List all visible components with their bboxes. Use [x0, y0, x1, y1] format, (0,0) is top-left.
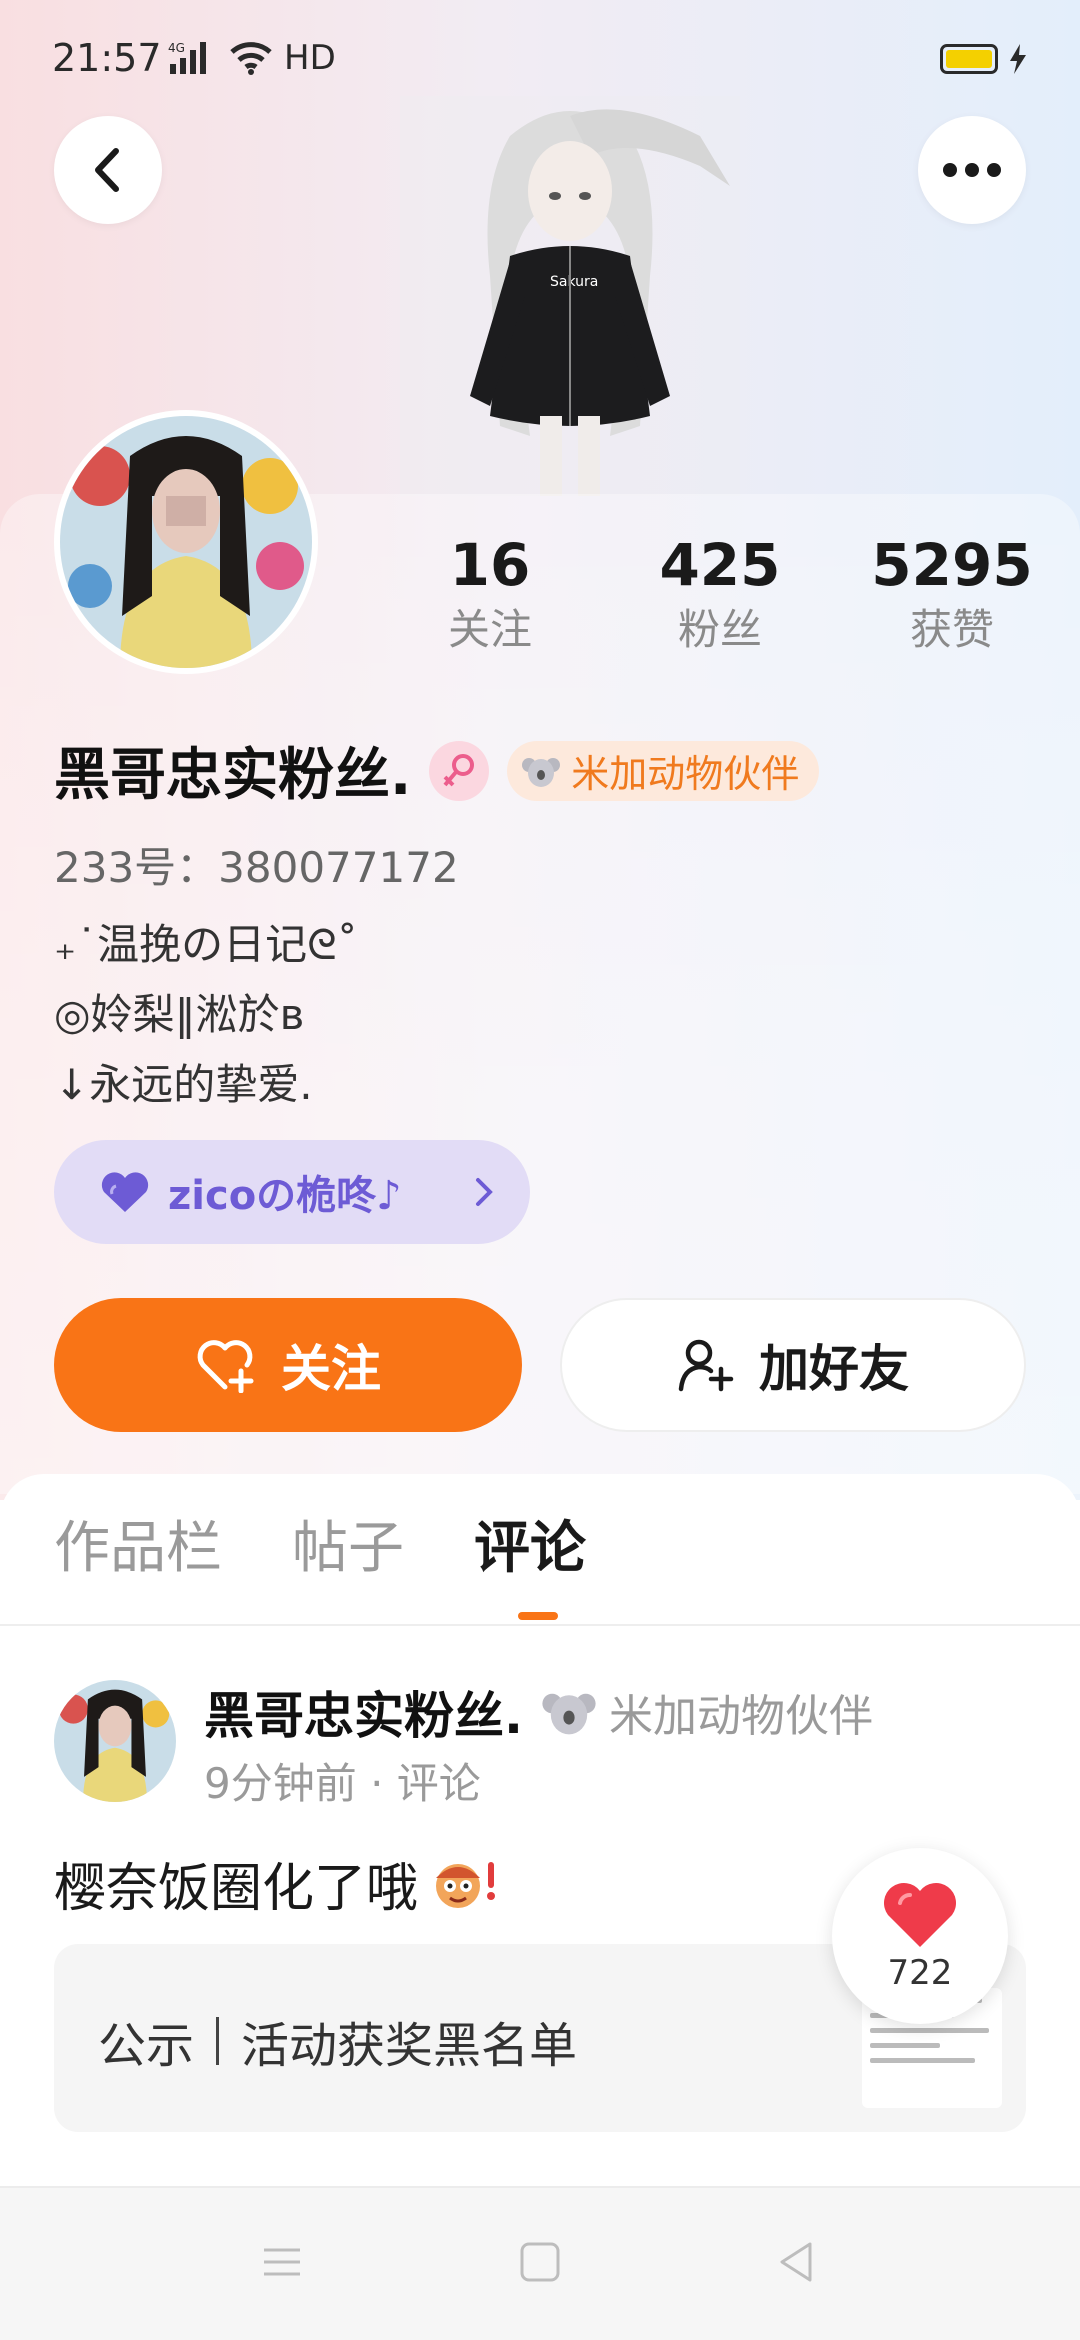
wifi-icon [230, 42, 272, 75]
stat-following[interactable]: 16 关注 [400, 530, 580, 660]
tab-posts[interactable]: 帖子 [292, 1512, 404, 1586]
post-meta: 9分钟前 · 评论 [204, 1759, 481, 1808]
heart-plus-icon [197, 1340, 254, 1393]
quoted-post-title: 公示 活动获奖黑名单 [98, 2006, 577, 2076]
post-author-row: 黑哥忠实粉丝. 米加动物伙伴 [204, 1676, 873, 1748]
battery-icon [940, 44, 998, 74]
cellular-signal-icon: 4G [168, 41, 206, 74]
female-icon [429, 740, 490, 801]
stat-following-value: 16 [449, 531, 531, 599]
character-illustration: Sakura [400, 96, 740, 496]
hd-indicator: HD [284, 38, 336, 78]
partner-badge-label: 米加动物伙伴 [571, 752, 800, 796]
home-square-icon[interactable] [516, 2238, 564, 2286]
avatar-image [60, 416, 312, 668]
tab-bar: 作品栏 帖子 评论 [54, 1512, 586, 1586]
post-badge: 米加动物伙伴 [541, 1680, 873, 1744]
bio-line: ↓永远的挚爱. [54, 1060, 313, 1109]
username: 黑哥忠实粉丝. [54, 743, 412, 808]
tab-comments[interactable]: 评论 [474, 1512, 586, 1586]
more-dots-icon [943, 163, 1001, 177]
bio-line: ₊˙温挽の日记ᘓ˚ [54, 920, 358, 969]
back-triangle-icon[interactable] [772, 2238, 820, 2286]
stat-likes[interactable]: 5295 获赞 [862, 530, 1042, 660]
menu-icon[interactable] [258, 2238, 306, 2286]
more-button[interactable] [918, 116, 1026, 224]
divider [0, 1624, 1080, 1626]
quoted-post-tag: 公示 [98, 2018, 195, 2074]
like-count: 722 [887, 1953, 953, 1993]
like-button[interactable]: 722 [832, 1848, 1008, 2024]
heart-icon [101, 1172, 149, 1212]
separator [216, 2017, 220, 2065]
post-badge-label: 米加动物伙伴 [609, 1691, 873, 1742]
koala-icon [542, 1693, 596, 1735]
follow-button-label: 关注 [281, 1340, 381, 1398]
add-friend-label: 加好友 [759, 1340, 909, 1398]
post-avatar[interactable] [54, 1680, 176, 1802]
stat-following-label: 关注 [447, 605, 532, 654]
status-time: 21:57 [52, 36, 162, 80]
post-avatar-image [54, 1680, 176, 1802]
svg-text:Sakura: Sakura [550, 274, 598, 290]
stat-followers-label: 粉丝 [677, 605, 762, 654]
profile-avatar[interactable] [54, 410, 318, 674]
emoji-sticker-icon [436, 1861, 496, 1908]
svg-text:4G: 4G [168, 41, 185, 55]
follow-button[interactable]: 关注 [54, 1298, 522, 1432]
koala-icon [522, 757, 561, 787]
club-pill[interactable]: zicoの桅咚♪ [54, 1140, 530, 1244]
active-tab-indicator [518, 1612, 558, 1620]
post-author[interactable]: 黑哥忠实粉丝. [204, 1676, 523, 1748]
bio: ₊˙温挽の日记ᘓ˚ ◎姈梨‖淞於ʙ ↓永远的挚爱. [54, 910, 358, 1120]
stat-likes-label: 获赞 [909, 605, 994, 654]
post-text-row: 樱奈饭圈化了哦 [54, 1846, 504, 1921]
chevron-right-icon [476, 1178, 493, 1206]
chevron-left-icon [95, 148, 119, 192]
stat-followers[interactable]: 425 粉丝 [630, 530, 810, 660]
add-friend-icon [678, 1339, 734, 1392]
username-row: 黑哥忠实粉丝. 米加动物伙伴 [54, 730, 820, 811]
post-text: 樱奈饭圈化了哦 [54, 1859, 419, 1919]
signal-group: 4G HD [168, 38, 336, 78]
bio-line: ◎姈梨‖淞於ʙ [54, 990, 304, 1039]
back-button[interactable] [54, 116, 162, 224]
tab-works[interactable]: 作品栏 [54, 1512, 222, 1586]
partner-badge[interactable]: 米加动物伙伴 [507, 740, 820, 801]
charging-icon [1010, 44, 1026, 74]
system-nav-bar [0, 2186, 1080, 2340]
club-name: zicoの桅咚♪ [168, 1173, 402, 1219]
heart-icon [884, 1883, 956, 1947]
user-id: 233号：380077172 [54, 843, 459, 892]
stat-likes-value: 5295 [871, 531, 1033, 599]
add-friend-button[interactable]: 加好友 [560, 1298, 1026, 1432]
stat-followers-value: 425 [659, 531, 781, 599]
quoted-post-name: 活动获奖黑名单 [241, 2018, 578, 2074]
